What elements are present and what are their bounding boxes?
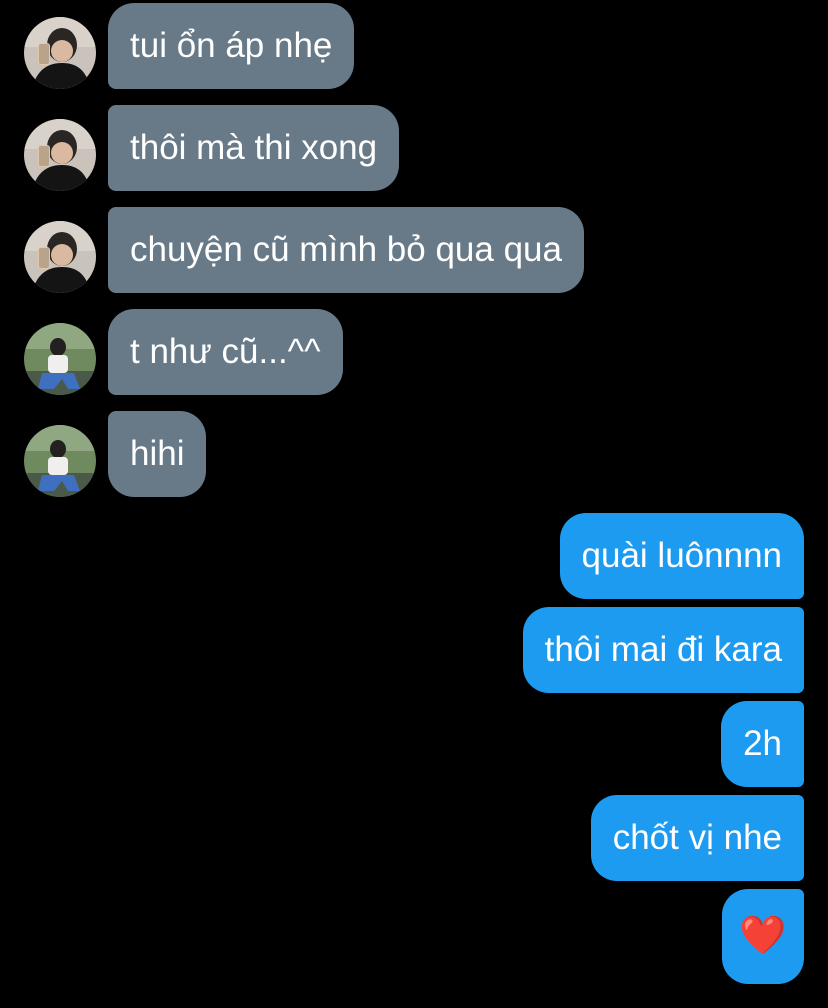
incoming-message[interactable]: chuyện cũ mình bỏ qua qua	[108, 207, 584, 293]
avatar[interactable]	[24, 221, 96, 293]
outgoing-message[interactable]: chốt vị nhe	[590, 795, 804, 881]
avatar[interactable]	[24, 323, 96, 395]
avatar-photo-icon	[24, 119, 96, 191]
outgoing-message[interactable]: ❤️	[722, 889, 804, 984]
incoming-message[interactable]: thôi mà thi xong	[108, 105, 400, 191]
incoming-message[interactable]: t như cũ...^^	[108, 309, 343, 395]
avatar-photo-icon	[24, 17, 96, 89]
outgoing-message[interactable]: quài luônnnn	[559, 513, 804, 599]
heart-emoji-icon: ❤️	[739, 915, 787, 957]
incoming-message[interactable]: tui ổn áp nhẹ	[108, 3, 355, 89]
outgoing-message[interactable]: 2h	[721, 701, 804, 787]
avatar[interactable]	[24, 17, 96, 89]
incoming-message[interactable]: hihi	[108, 411, 207, 497]
outgoing-message[interactable]: thôi mai đi kara	[522, 607, 804, 693]
avatar-photo-icon	[24, 221, 96, 293]
avatar[interactable]	[24, 119, 96, 191]
avatar-photo-icon	[24, 425, 96, 497]
avatar-photo-icon	[24, 323, 96, 395]
avatar[interactable]	[24, 425, 96, 497]
